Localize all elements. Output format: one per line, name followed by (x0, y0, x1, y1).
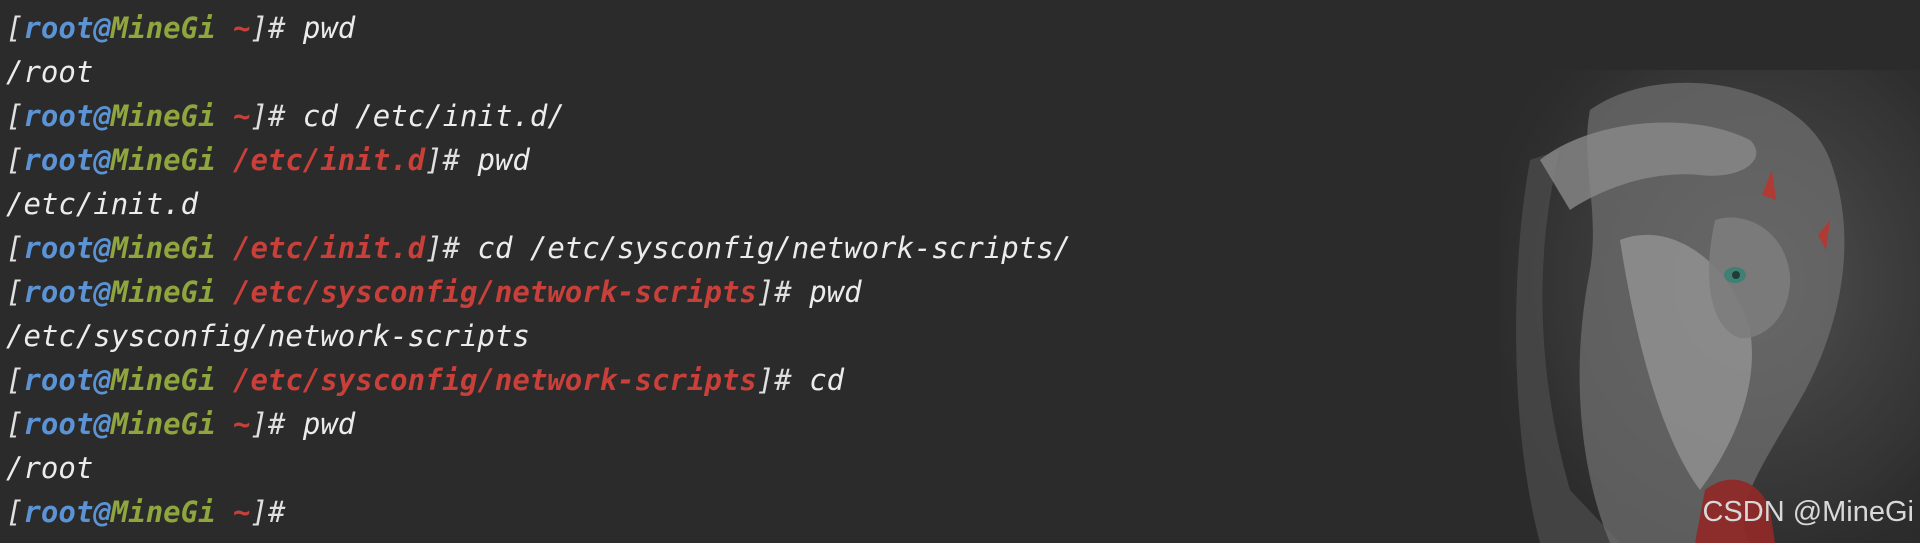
prompt-user: root (23, 99, 94, 133)
prompt-open-bracket: [ (6, 231, 24, 265)
command-text: pwd (302, 11, 356, 45)
prompt-host: MineGi (110, 99, 216, 133)
prompt-open-bracket: [ (6, 363, 24, 397)
output-text: /root (6, 55, 94, 89)
terminal-window[interactable]: [root@MineGi ~]# pwd/root [root@MineGi ~]… (0, 0, 1920, 543)
prompt-close-bracket: ] (250, 407, 268, 441)
output-line: /root (6, 50, 1071, 94)
prompt-close-bracket: ] (756, 275, 775, 309)
output-line: /etc/init.d (6, 182, 1071, 226)
prompt-user: root (23, 363, 94, 397)
prompt-path: ~ (233, 11, 251, 45)
prompt-host: MineGi (110, 495, 216, 529)
prompt-path: ~ (233, 407, 251, 441)
prompt-at: @ (93, 231, 111, 265)
prompt-open-bracket: [ (6, 407, 24, 441)
prompt-line: [root@MineGi /etc/sysconfig/network-scri… (6, 358, 1071, 402)
prompt-at: @ (93, 363, 111, 397)
prompt-close-bracket: ] (250, 99, 268, 133)
prompt-symbol: # (774, 275, 792, 309)
prompt-host: MineGi (110, 275, 216, 309)
prompt-user: root (23, 275, 94, 309)
prompt-user: root (23, 407, 94, 441)
command-text: cd /etc/init.d/ (302, 99, 565, 133)
prompt-user: root (23, 231, 94, 265)
prompt-host: MineGi (110, 363, 216, 397)
output-text: /etc/sysconfig/network-scripts (6, 319, 530, 353)
prompt-close-bracket: ] (425, 231, 443, 265)
csdn-watermark: CSDN @MineGi (1702, 496, 1914, 528)
command-text: pwd (477, 143, 530, 177)
prompt-host: MineGi (110, 407, 216, 441)
prompt-line: [root@MineGi ~]# pwd (6, 402, 1071, 446)
output-line: /etc/sysconfig/network-scripts (6, 314, 1071, 358)
prompt-at: @ (93, 407, 111, 441)
output-line: /root (6, 446, 1071, 490)
prompt-open-bracket: [ (6, 99, 24, 133)
prompt-path: ~ (233, 495, 251, 529)
command-text: pwd (302, 407, 356, 441)
prompt-open-bracket: [ (6, 11, 24, 45)
prompt-path: ~ (233, 99, 251, 133)
prompt-host: MineGi (110, 11, 216, 45)
command-text: cd (809, 363, 845, 397)
prompt-line: [root@MineGi /etc/sysconfig/network-scri… (6, 270, 1071, 314)
prompt-symbol: # (267, 11, 286, 45)
prompt-open-bracket: [ (6, 495, 24, 529)
prompt-at: @ (93, 495, 111, 529)
prompt-path: /etc/sysconfig/network-scripts (233, 275, 757, 309)
prompt-path: /etc/init.d (233, 143, 426, 177)
prompt-line: [root@MineGi ~]# (6, 490, 1071, 534)
prompt-at: @ (93, 99, 111, 133)
prompt-host: MineGi (110, 231, 216, 265)
prompt-symbol: # (267, 407, 286, 441)
prompt-close-bracket: ] (250, 495, 268, 529)
prompt-user: root (23, 495, 94, 529)
prompt-close-bracket: ] (250, 11, 268, 45)
prompt-close-bracket: ] (756, 363, 775, 397)
prompt-user: root (23, 143, 94, 177)
prompt-at: @ (93, 275, 111, 309)
command-text: pwd (809, 275, 862, 309)
prompt-at: @ (93, 11, 111, 45)
prompt-symbol: # (442, 231, 461, 265)
prompt-line: [root@MineGi /etc/init.d]# cd /etc/sysco… (6, 226, 1071, 270)
prompt-line: [root@MineGi ~]# pwd (6, 6, 1071, 50)
prompt-path: /etc/init.d (233, 231, 426, 265)
command-text: cd /etc/sysconfig/network-scripts/ (477, 231, 1072, 265)
prompt-line: [root@MineGi ~]# cd /etc/init.d/ (6, 94, 1071, 138)
prompt-open-bracket: [ (6, 143, 24, 177)
prompt-at: @ (93, 143, 111, 177)
output-text: /root (6, 451, 94, 485)
prompt-host: MineGi (110, 143, 216, 177)
anime-girl-wallpaper-image (1500, 70, 1920, 543)
prompt-user: root (23, 11, 94, 45)
prompt-symbol: # (267, 495, 286, 529)
output-text: /etc/init.d (6, 187, 199, 221)
prompt-symbol: # (774, 363, 792, 397)
prompt-open-bracket: [ (6, 275, 24, 309)
terminal-output[interactable]: [root@MineGi ~]# pwd/root [root@MineGi ~]… (6, 6, 1071, 534)
prompt-symbol: # (267, 99, 286, 133)
prompt-path: /etc/sysconfig/network-scripts (233, 363, 757, 397)
prompt-symbol: # (442, 143, 461, 177)
prompt-close-bracket: ] (425, 143, 443, 177)
prompt-line: [root@MineGi /etc/init.d]# pwd (6, 138, 1071, 182)
